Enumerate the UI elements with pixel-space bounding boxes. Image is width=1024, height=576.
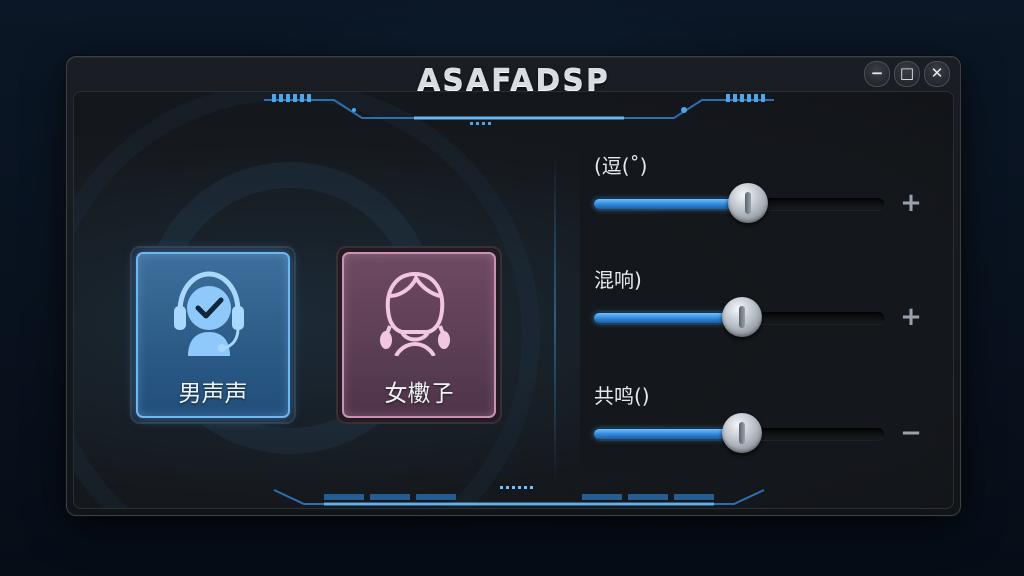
slider-label-1: (逗(˚): [594, 154, 648, 178]
window-controls: − □ ✕: [864, 61, 950, 87]
slider-group: (逗(˚) +: [580, 150, 936, 250]
effects-panel: (逗(˚) + 混响) + 共鸣() −: [580, 144, 936, 470]
slider-knob[interactable]: [721, 297, 762, 337]
male-headset-check-icon: [174, 271, 244, 356]
female-voice-card[interactable]: 女櫢孒: [336, 246, 502, 424]
male-voice-label: 男声声: [178, 381, 248, 407]
slider-group: 混响) +: [580, 264, 936, 364]
app-window: ASAFADSP − □ ✕ 男声声 女櫢孒 (逗(˚) + 混响) + 共鸣(…: [66, 56, 961, 516]
footer-decoration: [273, 486, 765, 506]
slider-knob[interactable]: [727, 183, 768, 223]
slider-label-2: 混响): [594, 268, 642, 292]
slider-knob[interactable]: [721, 413, 762, 453]
maximize-button[interactable]: □: [894, 61, 920, 87]
slider-track-1[interactable]: [594, 183, 884, 223]
increase-button[interactable]: +: [898, 302, 924, 332]
female-voice-label: 女櫢孒: [384, 381, 454, 407]
female-avatar-icon: [380, 271, 450, 356]
slider-label-3: 共鸣(): [594, 384, 650, 408]
panel-divider: [554, 152, 556, 482]
slider-fill: [594, 199, 748, 209]
slider-fill: [594, 313, 742, 323]
slider-group: 共鸣() −: [580, 380, 936, 480]
male-voice-card[interactable]: 男声声: [130, 246, 296, 424]
decrease-button[interactable]: −: [898, 418, 924, 448]
close-button[interactable]: ✕: [924, 61, 950, 87]
header-decoration: [264, 94, 774, 125]
slider-track-2[interactable]: [594, 297, 884, 337]
slider-track-3[interactable]: [594, 413, 884, 453]
slider-fill: [594, 429, 742, 439]
increase-button[interactable]: +: [898, 188, 924, 218]
main-content: 男声声 女櫢孒 (逗(˚) + 混响) + 共鸣() −: [73, 91, 954, 509]
minimize-button[interactable]: −: [864, 61, 890, 87]
